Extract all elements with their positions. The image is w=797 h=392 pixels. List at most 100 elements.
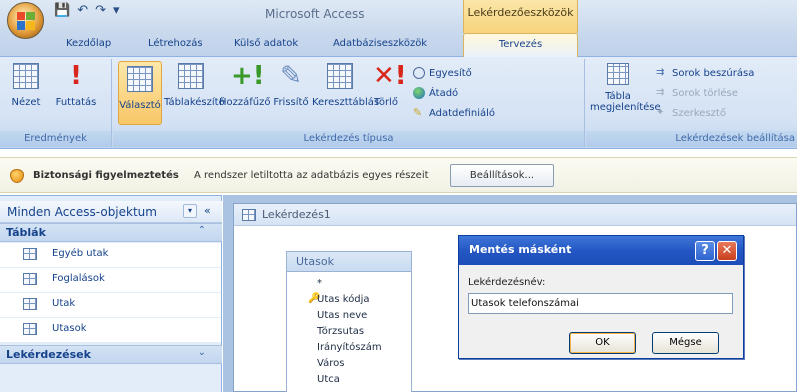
nav-item-label: Foglalások (52, 273, 105, 284)
navigation-pane: Minden Access-objektum ▾ « Táblák ⌃ Egyé… (0, 195, 222, 392)
app-title: Microsoft Access (265, 7, 365, 21)
document-tab[interactable]: Lekérdezés1 (234, 204, 796, 226)
crosstab-button[interactable]: Kereszttáblás (312, 63, 380, 108)
delete-rows-button[interactable]: ⇉ Sorok törlése (656, 87, 738, 99)
nav-category-tables[interactable]: Táblák ⌃ (0, 223, 222, 242)
cancel-button[interactable]: Mégse (652, 332, 719, 354)
field-list-utasok[interactable]: Utasok * 🔑 Utas kódja Utas neve Törzsuta… (286, 251, 412, 392)
ribbon: Nézet ! Futtatás Eredmények Választó Táb… (0, 57, 797, 149)
nav-item-label: Utak (52, 298, 76, 309)
document-title: Lekérdezés1 (262, 208, 331, 221)
crosstab-label: Kereszttáblás (312, 97, 380, 108)
office-logo-icon (16, 11, 35, 30)
shield-icon (10, 169, 24, 183)
field-item[interactable]: Törzsutas (317, 326, 364, 337)
insert-rows-icon: ⇉ (656, 67, 665, 78)
tab-create[interactable]: Létrehozás (148, 38, 203, 49)
security-title: Biztonsági figyelmeztetés (33, 170, 179, 181)
update-icon: ✎ (280, 61, 302, 91)
update-button[interactable]: ✎ Frissítő (271, 63, 311, 108)
union-button[interactable]: Egyesítő (413, 67, 472, 79)
chevron-up-icon: ⌃ (197, 225, 206, 236)
show-table-icon (607, 63, 629, 85)
insert-rows-button[interactable]: ⇉ Sorok beszúrása (656, 67, 754, 79)
nav-item-label: Egyéb utak (52, 248, 109, 259)
security-options-button[interactable]: Beállítások... (450, 164, 554, 187)
customize-qat-icon[interactable]: ▾ (113, 4, 120, 18)
title-bar: 💾 ↶ ↷ ▾ Microsoft Access Lekérdezőeszköz… (0, 0, 797, 39)
tab-home[interactable]: Kezdőlap (66, 38, 111, 49)
builder-icon: ✦ (656, 107, 665, 118)
select-query-icon (127, 66, 153, 92)
field-item[interactable]: Utca (317, 374, 340, 385)
table-icon (23, 323, 37, 335)
redo-icon[interactable]: ↷ (95, 4, 106, 18)
data-definition-button[interactable]: ✎ Adatdefiniáló (413, 107, 495, 119)
union-label: Egyesítő (429, 67, 472, 79)
field-list-title: Utasok (287, 252, 411, 272)
field-item[interactable]: Utas neve (317, 310, 367, 321)
nav-item-egyeb-utak[interactable]: Egyéb utak (0, 243, 221, 267)
delete-query-button[interactable]: ✕! Törlő (369, 61, 407, 108)
group-query-type: Választó Táblakészítő +! Hozzáfűző ✎ Fri… (113, 59, 585, 147)
group-query-setup: Tábla megjelenítése ⇉ Sorok beszúrása ⇉ … (586, 59, 797, 147)
dialog-title-bar[interactable]: Mentés másként ? ✕ (459, 236, 743, 265)
security-warning-panel: Biztonsági figyelmeztetés A rendszer let… (0, 157, 797, 193)
make-table-button[interactable]: Táblakészítő (164, 63, 225, 108)
delete-query-label: Törlő (374, 97, 398, 108)
office-button[interactable] (7, 2, 44, 39)
delete-rows-label: Sorok törlése (672, 87, 738, 99)
field-item[interactable]: * (317, 278, 322, 289)
nav-pane-title: Minden Access-objektum (7, 205, 157, 219)
chevron-down-icon[interactable]: ▾ (183, 204, 197, 218)
select-query-button[interactable]: Választó (118, 61, 162, 125)
tab-design[interactable]: Tervezés (463, 33, 578, 58)
tab-database-tools[interactable]: Adatbáziseszközök (333, 38, 427, 49)
view-label: Nézet (11, 97, 41, 108)
nav-item-utasok[interactable]: Utasok (0, 318, 221, 342)
delete-rows-icon: ⇉ (656, 87, 665, 98)
append-icon: +! (231, 61, 265, 91)
dialog-title: Mentés másként (469, 243, 572, 256)
view-button[interactable]: Nézet (4, 63, 48, 108)
help-icon[interactable]: ? (695, 241, 715, 261)
nav-pane-header[interactable]: Minden Access-objektum ▾ « (0, 201, 222, 223)
query-name-label: Lekérdezésnév: (468, 277, 546, 288)
builder-button[interactable]: ✦ Szerkesztő (656, 107, 726, 119)
security-warning-bar: Biztonsági figyelmeztetés A rendszer let… (0, 149, 797, 195)
group-results-label: Eredmények (0, 131, 111, 147)
nav-item-utak[interactable]: Utak (0, 293, 221, 317)
field-item[interactable]: Város (317, 358, 344, 369)
pass-through-label: Átadó (429, 87, 459, 99)
table-icon (23, 273, 37, 285)
tab-external-data[interactable]: Külső adatok (234, 38, 298, 49)
make-table-label: Táblakészítő (164, 97, 225, 108)
field-item[interactable]: Irányítószám (317, 342, 382, 353)
group-query-setup-label: Lekérdezések beállítása (586, 131, 797, 147)
security-message: A rendszer letiltotta az adatbázis egyes… (194, 170, 429, 181)
field-item[interactable]: Utas kódja (317, 294, 370, 305)
nav-category-queries[interactable]: Lekérdezések ⌄ (0, 345, 222, 364)
builder-label: Szerkesztő (672, 107, 726, 119)
collapse-pane-icon[interactable]: « (204, 204, 211, 217)
run-label: Futtatás (55, 97, 97, 108)
table-icon (23, 248, 37, 260)
close-icon[interactable]: ✕ (717, 241, 737, 261)
ribbon-tabs: Kezdőlap Létrehozás Külső adatok Adatbáz… (0, 33, 797, 58)
nav-item-label: Utasok (52, 323, 87, 334)
run-button[interactable]: ! Futtatás (54, 63, 98, 108)
show-table-label-2: megjelenítése (590, 102, 661, 113)
query-icon (242, 209, 256, 221)
pass-through-button[interactable]: Átadó (413, 87, 458, 99)
ok-button[interactable]: OK (569, 332, 636, 354)
query-name-input[interactable] (468, 293, 733, 314)
union-icon (413, 67, 425, 79)
undo-icon[interactable]: ↶ (77, 4, 88, 18)
save-icon[interactable]: 💾 (54, 4, 70, 18)
group-query-type-label: Lekérdezés típusa (113, 131, 584, 147)
delete-query-icon: ✕! (373, 61, 407, 91)
show-table-button[interactable]: Tábla megjelenítése (590, 63, 661, 113)
append-button[interactable]: +! Hozzáfűző (219, 61, 271, 108)
view-icon (13, 63, 39, 89)
nav-item-foglalasok[interactable]: Foglalások (0, 268, 221, 292)
